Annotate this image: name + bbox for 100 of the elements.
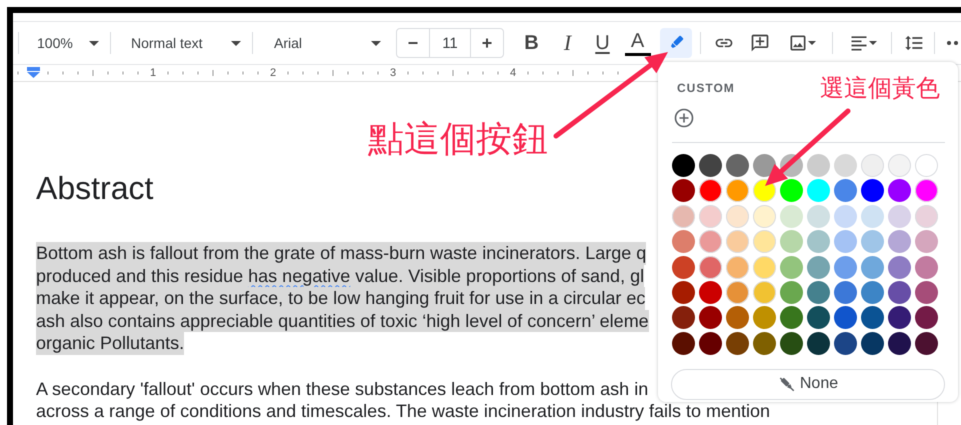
color-swatch[interactable] <box>888 306 911 330</box>
color-swatch[interactable] <box>699 154 722 177</box>
color-swatch[interactable] <box>780 280 803 304</box>
color-swatch[interactable] <box>699 179 722 202</box>
color-swatch[interactable] <box>915 179 938 202</box>
color-swatch[interactable] <box>699 256 722 279</box>
color-swatch[interactable] <box>699 280 722 304</box>
color-swatch[interactable] <box>672 204 695 228</box>
color-swatch[interactable] <box>807 280 830 304</box>
color-swatch[interactable] <box>726 230 749 254</box>
color-swatch[interactable] <box>753 280 776 304</box>
color-swatch[interactable] <box>753 306 776 330</box>
color-swatch[interactable] <box>834 306 857 330</box>
color-swatch[interactable] <box>699 230 722 254</box>
heading: Abstract <box>36 169 154 208</box>
caret-icon <box>869 41 877 45</box>
color-swatch[interactable] <box>807 306 830 330</box>
color-swatch[interactable] <box>753 154 776 177</box>
color-swatch[interactable] <box>780 179 803 202</box>
color-swatch[interactable] <box>888 230 911 254</box>
color-swatch[interactable] <box>753 256 776 279</box>
color-swatch[interactable] <box>861 154 884 177</box>
bold-button[interactable]: B <box>517 28 546 58</box>
indent-marker-icon[interactable] <box>27 67 40 78</box>
color-swatch[interactable] <box>780 256 803 279</box>
color-swatch[interactable] <box>888 204 911 228</box>
color-swatch[interactable] <box>672 179 695 202</box>
font-dropdown[interactable]: Arial <box>255 28 390 58</box>
highlight-color-button[interactable] <box>660 28 692 58</box>
color-swatch[interactable] <box>780 332 803 355</box>
color-swatch[interactable] <box>915 280 938 304</box>
color-swatch[interactable] <box>861 204 884 228</box>
color-swatch[interactable] <box>834 204 857 228</box>
color-swatch[interactable] <box>915 332 938 355</box>
color-swatch[interactable] <box>888 256 911 279</box>
color-swatch[interactable] <box>753 179 776 202</box>
font-size-field[interactable]: 11 <box>429 29 471 57</box>
color-swatch[interactable] <box>807 154 830 177</box>
color-swatch[interactable] <box>834 154 857 177</box>
highlighter-off-icon <box>778 375 796 394</box>
color-swatch[interactable] <box>807 204 830 228</box>
add-custom-color-icon[interactable] <box>674 108 694 128</box>
color-swatch[interactable] <box>780 204 803 228</box>
color-swatch[interactable] <box>834 332 857 355</box>
color-swatch[interactable] <box>861 332 884 355</box>
color-swatch[interactable] <box>780 230 803 254</box>
color-swatch[interactable] <box>807 230 830 254</box>
color-swatch[interactable] <box>672 280 695 304</box>
color-swatch[interactable] <box>672 332 695 355</box>
color-swatch[interactable] <box>861 280 884 304</box>
color-swatch[interactable] <box>915 306 938 330</box>
zoom-dropdown[interactable]: 100% <box>22 28 108 58</box>
color-swatch[interactable] <box>915 256 938 279</box>
color-swatch[interactable] <box>753 332 776 355</box>
increase-size-button[interactable]: + <box>471 29 503 57</box>
color-swatch[interactable] <box>834 280 857 304</box>
color-swatch[interactable] <box>699 306 722 330</box>
annotation-text: 選這個黃色 <box>820 74 940 103</box>
color-swatch[interactable] <box>726 154 749 177</box>
decrease-size-button[interactable]: − <box>397 29 429 57</box>
ruler-number: 1 <box>150 66 156 80</box>
color-swatch[interactable] <box>834 179 857 202</box>
color-swatch[interactable] <box>861 306 884 330</box>
color-swatch[interactable] <box>672 230 695 254</box>
none-button[interactable]: None <box>671 368 945 400</box>
color-swatch[interactable] <box>726 306 749 330</box>
color-swatch[interactable] <box>915 230 938 254</box>
color-swatch[interactable] <box>753 204 776 228</box>
color-swatch[interactable] <box>861 256 884 279</box>
color-swatch[interactable] <box>915 204 938 228</box>
text-line: across a range of conditions and timescales. The waste incineration industry fails to mention <box>36 400 770 422</box>
color-swatch[interactable] <box>726 179 749 202</box>
color-swatch[interactable] <box>915 154 938 177</box>
color-swatch[interactable] <box>780 306 803 330</box>
color-swatch[interactable] <box>807 332 830 355</box>
underline-button[interactable]: U <box>588 28 617 58</box>
color-swatch[interactable] <box>888 154 911 177</box>
color-swatch[interactable] <box>861 230 884 254</box>
color-swatch[interactable] <box>672 306 695 330</box>
paragraph-style-dropdown[interactable]: Normal text <box>113 28 250 58</box>
color-swatch[interactable] <box>753 230 776 254</box>
caret-icon <box>371 40 381 46</box>
color-swatch[interactable] <box>861 179 884 202</box>
color-swatch[interactable] <box>834 230 857 254</box>
color-swatch[interactable] <box>672 154 695 177</box>
color-swatch[interactable] <box>726 204 749 228</box>
color-swatch[interactable] <box>834 256 857 279</box>
italic-button[interactable]: I <box>553 28 582 58</box>
color-swatch[interactable] <box>807 256 830 279</box>
color-swatch[interactable] <box>699 332 722 355</box>
color-swatch[interactable] <box>888 280 911 304</box>
color-swatch[interactable] <box>672 256 695 279</box>
color-swatch[interactable] <box>726 332 749 355</box>
color-swatch[interactable] <box>699 204 722 228</box>
text-color-button[interactable]: A <box>623 28 652 58</box>
color-swatch[interactable] <box>807 179 830 202</box>
color-swatch[interactable] <box>888 332 911 355</box>
color-swatch[interactable] <box>888 179 911 202</box>
color-swatch[interactable] <box>726 280 749 304</box>
color-swatch[interactable] <box>726 256 749 279</box>
